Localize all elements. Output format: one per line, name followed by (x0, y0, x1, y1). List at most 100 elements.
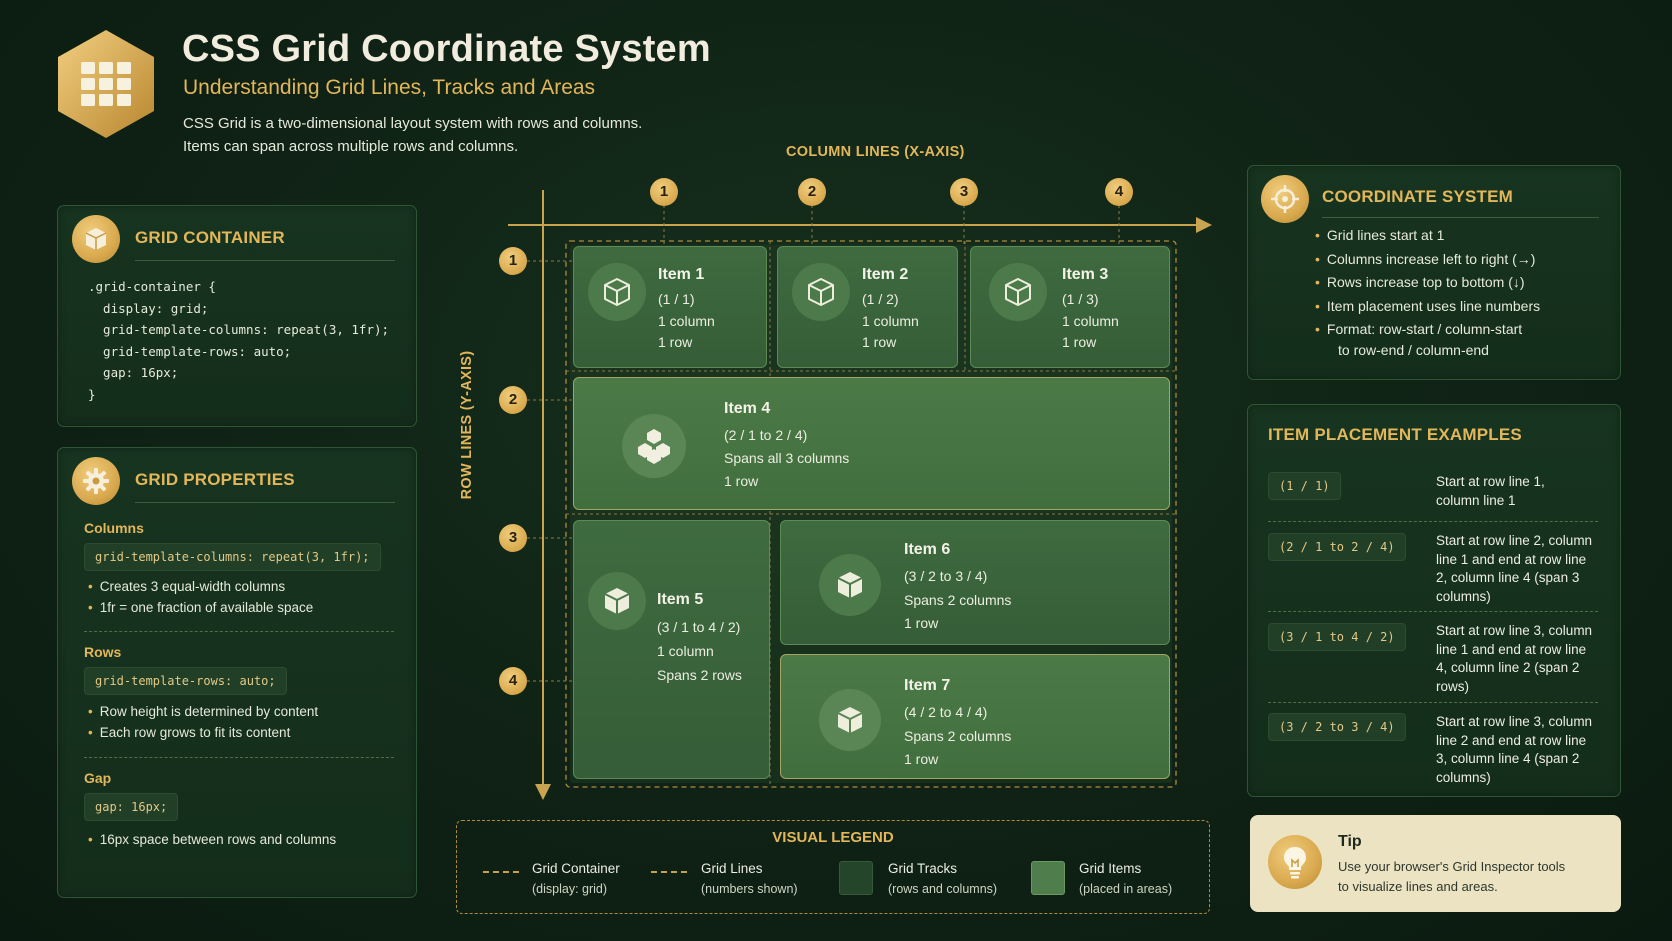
item-span: 1 column (862, 312, 919, 329)
list-item: Row height is determined by content (88, 701, 318, 722)
code-line: grid-template-columns: repeat(3, 1fr); (88, 322, 390, 337)
rows-code: grid-template-rows: auto; (84, 667, 287, 695)
grid-container-code: .grid-container { display: grid; grid-te… (88, 276, 389, 405)
item-position: (3 / 1 to 4 / 2) (657, 619, 741, 635)
list-item: 16px space between rows and columns (88, 829, 336, 850)
visual-legend: VISUAL LEGEND Grid Container (display: g… (456, 820, 1210, 914)
grid-item-4: Item 4 (2 / 1 to 2 / 4) Spans all 3 colu… (573, 377, 1170, 510)
gap-bullets: 16px space between rows and columns (88, 829, 336, 850)
items-swatch (1031, 861, 1065, 895)
legend-entry: Grid Container (display: grid) (532, 859, 620, 899)
item-name: Item 5 (657, 591, 704, 608)
placement-examples-title: ITEM PLACEMENT EXAMPLES (1268, 425, 1522, 444)
cube-icon (819, 554, 881, 616)
page-subtitle: Understanding Grid Lines, Tracks and Are… (183, 76, 596, 99)
coordinate-system-title: COORDINATE SYSTEM (1322, 187, 1514, 206)
divider (1268, 521, 1598, 522)
tracks-swatch (839, 861, 873, 895)
item-name: Item 6 (904, 541, 951, 558)
cube-icon (588, 263, 646, 321)
list-item: Rows increase top to bottom (↓) (1315, 271, 1540, 295)
item-details: (1 / 1) 1 column 1 row (658, 289, 715, 354)
gap-label: Gap (84, 770, 112, 786)
tip-card: Tip Use your browser's Grid Inspector to… (1250, 815, 1621, 912)
grid-item-7: Item 7 (4 / 2 to 4 / 4) Spans 2 columns … (780, 654, 1170, 779)
item-span: 1 row (1062, 334, 1097, 350)
item-position: (1 / 1) (658, 291, 695, 307)
item-span: Spans 2 columns (904, 727, 1012, 744)
legend-entry: Grid Lines (numbers shown) (701, 859, 798, 899)
y-axis-arrow (535, 784, 551, 800)
row-line-number: 3 (499, 524, 527, 552)
grid-container-title: GRID CONTAINER (135, 228, 285, 247)
item-name: Item 3 (1062, 266, 1109, 283)
column-line-number: 3 (950, 178, 978, 206)
lightbulb-icon (1268, 835, 1322, 889)
lines-dash-swatch (651, 871, 687, 873)
example-text: Start at row line 2, column line 1 and e… (1436, 533, 1593, 604)
example-code: (3 / 1 to 4 / 2) (1268, 623, 1406, 651)
columns-code: grid-template-columns: repeat(3, 1fr); (84, 543, 381, 571)
example-code: (2 / 1 to 2 / 4) (1268, 533, 1406, 561)
item-position: (1 / 3) (1062, 291, 1099, 307)
coordinate-bullets: Grid lines start at 1 Columns increase l… (1315, 224, 1540, 342)
legend-sublabel: (placed in areas) (1079, 882, 1173, 896)
grid-logo-icon (58, 30, 154, 138)
grid-item-1: Item 1 (1 / 1) 1 column 1 row (573, 246, 767, 368)
list-item: Item placement uses line numbers (1315, 295, 1540, 319)
legend-title: VISUAL LEGEND (772, 829, 894, 846)
column-line-number: 1 (650, 178, 678, 206)
example-text: Start at row line 3, column line 2 and e… (1436, 714, 1593, 785)
item-span: 1 row (862, 334, 897, 350)
columns-bullets: Creates 3 equal-width columns 1fr = one … (88, 576, 314, 618)
page-description: CSS Grid is a two-dimensional layout sys… (183, 112, 642, 158)
box-icon (72, 215, 120, 263)
tip-line: Use your browser's Grid Inspector tools (1338, 859, 1566, 874)
item-span: Spans all 3 columns (724, 450, 850, 466)
divider (1268, 702, 1598, 703)
legend-entry: Grid Items (placed in areas) (1079, 859, 1172, 899)
row-line-number: 1 (499, 247, 527, 275)
description-line: Items can span across multiple rows and … (183, 138, 519, 155)
item-name: Item 2 (862, 266, 909, 283)
item-span: 1 column (1062, 312, 1119, 329)
legend-sublabel: (rows and columns) (888, 882, 998, 896)
example-text: Start at row line 3, column line 1 and e… (1436, 623, 1593, 694)
tip-title: Tip (1338, 833, 1362, 850)
grid-item-6: Item 6 (3 / 2 to 3 / 4) Spans 2 columns … (780, 520, 1170, 645)
legend-label: Grid Items (1079, 861, 1142, 876)
divider (135, 260, 395, 261)
crosshair-icon (1261, 175, 1309, 223)
list-item: Format: row-start / column-start (1315, 318, 1540, 342)
list-item: 1fr = one fraction of available space (88, 597, 314, 618)
y-axis-title: ROW LINES (Y-AXIS) (459, 350, 475, 500)
item-span: 1 column (658, 312, 715, 329)
item-position: (2 / 1 to 2 / 4) (724, 427, 808, 443)
divider (135, 502, 395, 503)
format-continuation: to row-end / column-end (1338, 342, 1489, 358)
legend-sublabel: (numbers shown) (701, 882, 798, 896)
item-name: Item 4 (724, 400, 771, 417)
container-dash-swatch (483, 871, 519, 873)
item-position: (4 / 2 to 4 / 4) (904, 704, 988, 720)
item-span: 1 column (657, 643, 714, 659)
item-name: Item 1 (658, 266, 705, 283)
rows-bullets: Row height is determined by content Each… (88, 701, 318, 743)
item-span: 1 row (724, 473, 759, 489)
rows-label: Rows (84, 644, 122, 660)
code-line: grid-template-rows: auto; (88, 343, 292, 359)
item-name: Item 7 (904, 677, 951, 694)
item-span: Spans 2 columns (904, 591, 1012, 608)
example-text: Start at row line 1, column line 1 (1436, 474, 1545, 508)
item-span: 1 row (904, 615, 939, 631)
columns-label: Columns (84, 520, 144, 536)
tip-line: to visualize lines and areas. (1338, 879, 1498, 894)
item-details: (3 / 1 to 4 / 2) 1 column Spans 2 rows (657, 615, 742, 687)
code-line: .grid-container { (88, 279, 216, 294)
gap-code: gap: 16px; (84, 793, 179, 821)
item-span: 1 row (904, 751, 939, 767)
legend-label: Grid Lines (701, 861, 763, 876)
divider (1322, 217, 1599, 218)
x-axis-title: COLUMN LINES (X-AXIS) (786, 144, 965, 160)
item-details: (1 / 3) 1 column 1 row (1062, 289, 1119, 354)
